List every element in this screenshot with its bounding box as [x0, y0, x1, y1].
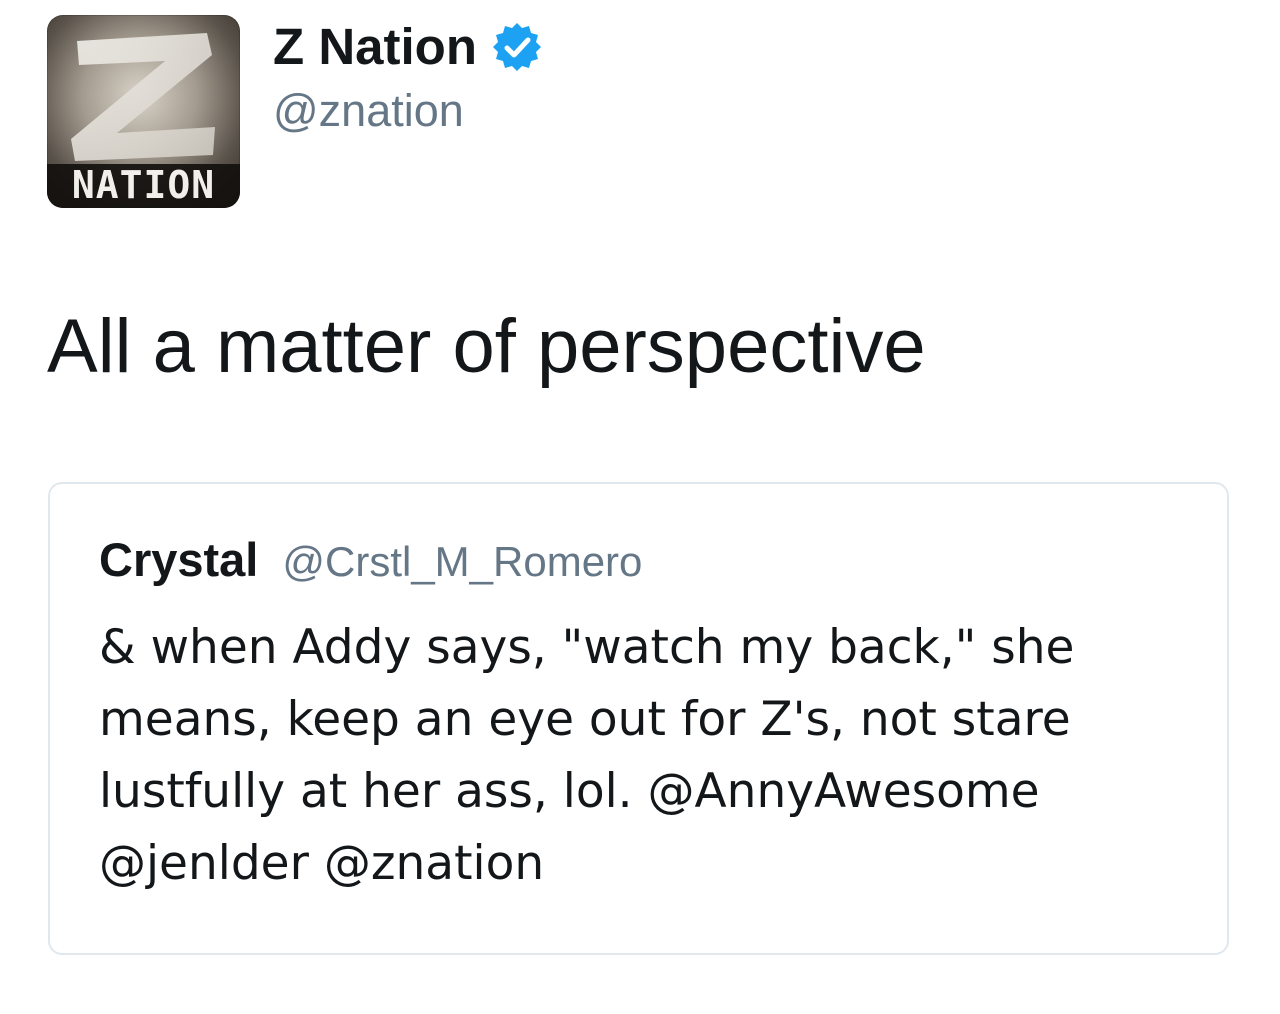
quoted-tweet-card[interactable]: Crystal @Crstl_M_Romero & when Addy says… [48, 482, 1229, 955]
tweet: NATION Z Nation @znation All a matter of… [0, 0, 1280, 1014]
quoted-author-handle: @Crstl_M_Romero [282, 538, 643, 585]
quoted-tweet-line: lustfully at her ass, lol. @AnnyAwesome [99, 764, 1040, 819]
quoted-tweet-line: @jenlder @znation [99, 836, 545, 891]
author-avatar[interactable]: NATION [47, 15, 240, 208]
verified-badge-icon [492, 23, 541, 71]
author-display-name[interactable]: Z Nation [273, 16, 477, 78]
author-handle[interactable]: @znation [273, 83, 464, 139]
quoted-tweet-header: Crystal @Crstl_M_Romero [99, 532, 642, 590]
quoted-author-name: Crystal [99, 533, 259, 586]
avatar-label: NATION [71, 163, 216, 207]
quoted-tweet-line: means, keep an eye out for Z's, not star… [99, 692, 1071, 747]
author-name-row: Z Nation [273, 16, 543, 78]
quoted-tweet-line: & when Addy says, "watch my back," she [99, 620, 1075, 675]
tweet-text: All a matter of perspective [47, 304, 926, 389]
quoted-tweet-text: & when Addy says, "watch my back," she m… [99, 612, 1074, 900]
